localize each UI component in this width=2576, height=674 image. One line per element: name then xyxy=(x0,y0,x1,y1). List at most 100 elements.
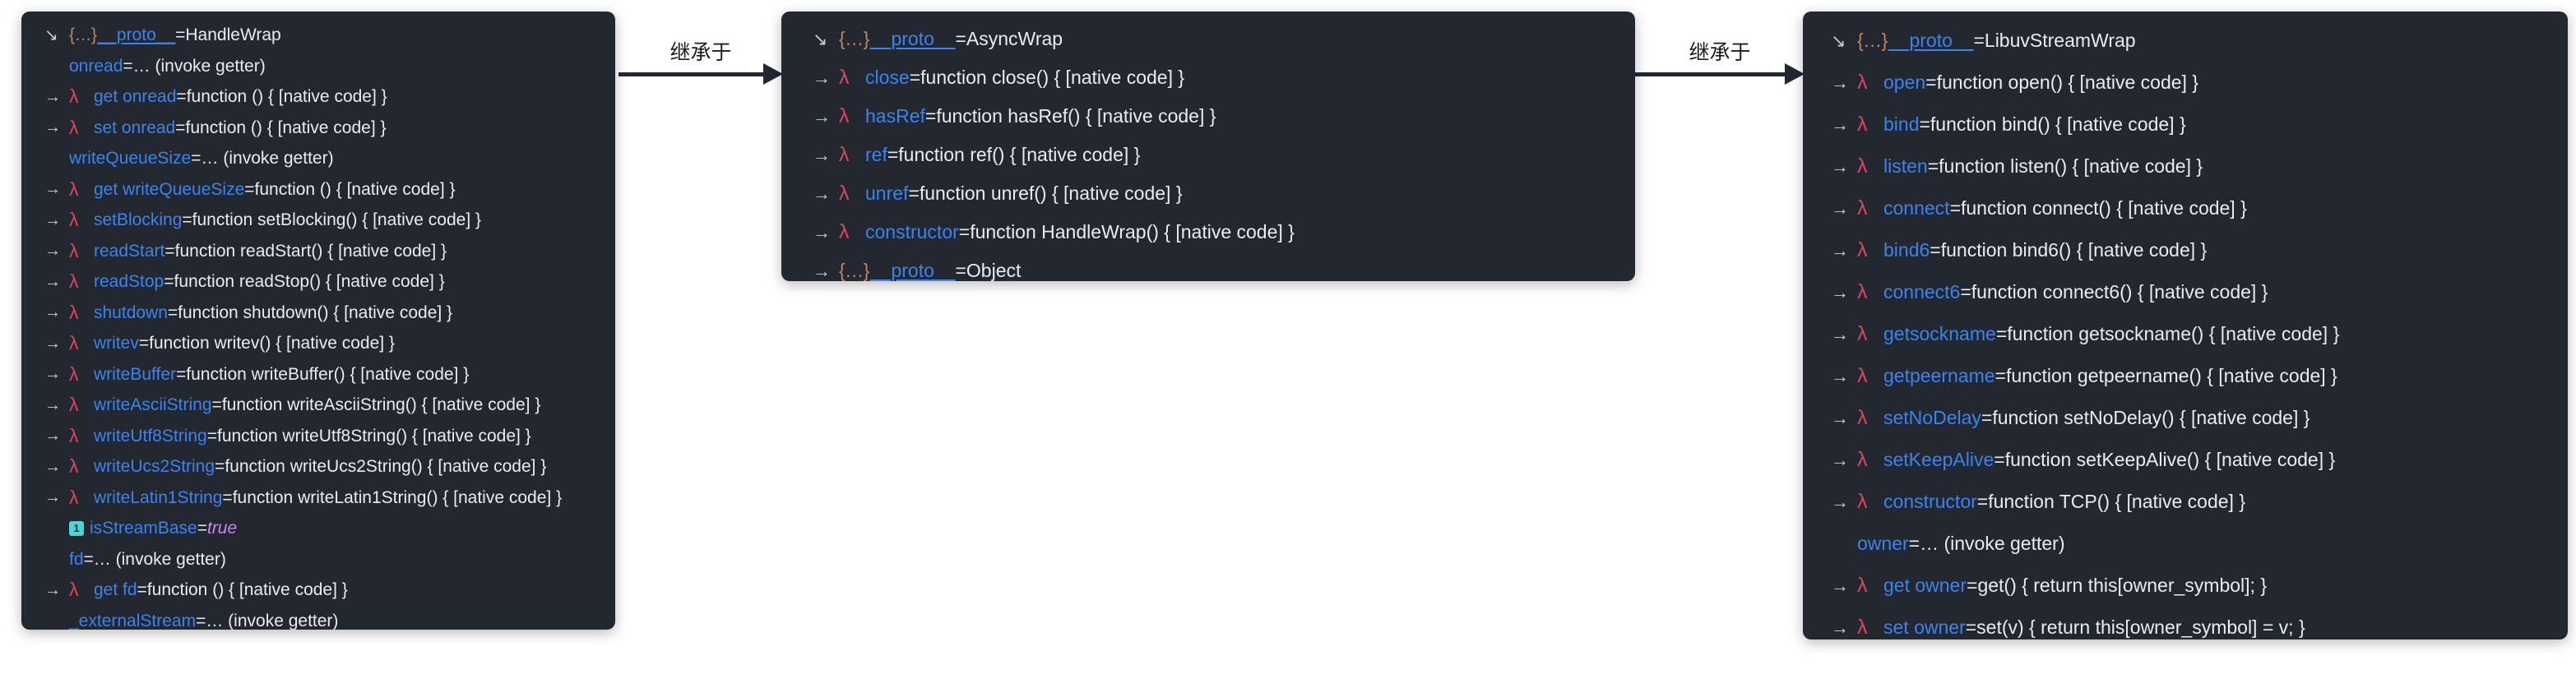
property-row[interactable]: → λ get owner = get() { return this[owner_… xyxy=(1803,565,2568,607)
property-row[interactable]: → λ set owner = set(v) { return this[owner… xyxy=(1803,607,2568,639)
property-key: writeAsciiString xyxy=(94,395,212,415)
expand-arrow-icon[interactable]: → xyxy=(1831,325,1857,344)
expand-arrow-icon[interactable]: → xyxy=(1831,241,1857,260)
property-row[interactable]: → λ writeLatin1String = function writeLati… xyxy=(21,482,615,514)
expand-arrow-icon[interactable]: → xyxy=(813,223,839,242)
property-row[interactable]: → λ set onread = function () { [native cod… xyxy=(21,113,615,144)
expand-arrow-icon[interactable]: → xyxy=(1831,199,1857,218)
property-row[interactable]: → λ get onread = function () { [native cod… xyxy=(21,81,615,113)
property-row[interactable]: → λ constructor = function HandleWrap() { … xyxy=(781,213,1635,252)
property-row[interactable]: → λ shutdown = function shutdown() { [nati… xyxy=(21,298,615,329)
property-row[interactable]: → λ connect = function connect() { [native… xyxy=(1803,187,2568,229)
property-row[interactable]: → λ hasRef = function hasRef() { [native c… xyxy=(781,97,1635,136)
expand-arrow-icon[interactable]: → xyxy=(1831,618,1857,637)
property-row[interactable]: fd = … (invoke getter) xyxy=(21,544,615,575)
expand-arrow-icon[interactable]: → xyxy=(44,119,69,136)
expand-arrow-icon[interactable]: → xyxy=(44,582,69,598)
property-row[interactable]: writeQueueSize = … (invoke getter) xyxy=(21,143,615,174)
expand-arrow-icon[interactable]: → xyxy=(44,459,69,475)
expand-arrow-icon[interactable]: → xyxy=(44,181,69,197)
expand-arrow-icon[interactable]: → xyxy=(44,212,69,229)
property-key: get writeQueueSize xyxy=(94,179,245,199)
inheritance-arrow-1-label: 继承于 xyxy=(669,40,732,64)
property-row[interactable]: → {…} __proto__ = Object xyxy=(781,252,1635,281)
property-value: function setBlocking() { [native code] } xyxy=(192,210,482,230)
expand-arrow-icon[interactable]: → xyxy=(1831,576,1857,595)
lambda-function-icon: λ xyxy=(1857,196,1868,219)
expand-arrow-icon[interactable]: → xyxy=(44,242,69,259)
expand-arrow-icon[interactable]: ↘ xyxy=(1831,31,1857,50)
expand-arrow-icon[interactable]: → xyxy=(44,427,69,444)
equals-sign: = xyxy=(137,580,147,600)
expand-arrow-icon[interactable]: → xyxy=(1831,450,1857,469)
expand-arrow-icon[interactable]: → xyxy=(44,366,69,382)
prototype-title-row[interactable]: ↘ {…} __proto__ = AsyncWrap xyxy=(781,20,1635,58)
property-row[interactable]: → λ unref = function unref() { [native cod… xyxy=(781,174,1635,213)
prototype-title-row[interactable]: ↘ {…} __proto__ = HandleWrap xyxy=(21,20,615,51)
expand-arrow-icon[interactable]: → xyxy=(1831,115,1857,134)
lambda-function-icon: λ xyxy=(1857,155,1868,178)
expand-arrow-icon[interactable]: → xyxy=(813,145,839,164)
property-row[interactable]: → λ connect6 = function connect6() { [nati… xyxy=(1803,271,2568,313)
object-braces-icon: {…} xyxy=(69,25,97,45)
property-row[interactable]: → λ open = function open() { [native code]… xyxy=(1803,62,2568,104)
property-row[interactable]: onread = … (invoke getter) xyxy=(21,51,615,82)
equals-sign: = xyxy=(167,302,178,322)
property-row[interactable]: → λ get writeQueueSize = function () { [na… xyxy=(21,174,615,205)
expand-arrow-icon[interactable]: → xyxy=(44,397,69,413)
property-row[interactable]: → λ readStop = function readStop() { [nati… xyxy=(21,266,615,298)
property-row[interactable]: owner = … (invoke getter) xyxy=(1803,523,2568,565)
expand-arrow-icon[interactable]: → xyxy=(44,274,69,290)
property-key: set onread xyxy=(94,118,176,137)
equals-sign: = xyxy=(1927,155,1939,177)
expand-arrow-icon[interactable]: → xyxy=(44,89,69,105)
property-row[interactable]: → λ setNoDelay = function setNoDelay() { [… xyxy=(1803,397,2568,439)
property-row[interactable]: → λ writeAsciiString = function writeAscii… xyxy=(21,390,615,421)
expand-arrow-icon[interactable]: ↘ xyxy=(813,30,839,48)
property-value: function () { [native code] } xyxy=(186,87,387,107)
property-row[interactable]: → λ setBlocking = function setBlocking() {… xyxy=(21,205,615,236)
property-value: function readStop() { [native code] } xyxy=(174,272,445,292)
expand-arrow-icon[interactable]: → xyxy=(1831,367,1857,385)
expand-arrow-icon[interactable]: → xyxy=(44,335,69,352)
lambda-function-icon: λ xyxy=(1857,280,1868,303)
expand-arrow-icon[interactable]: → xyxy=(813,184,839,203)
property-row[interactable]: → λ writeUtf8String = function writeUtf8St… xyxy=(21,421,615,452)
property-key: constructor xyxy=(1883,491,1977,512)
expand-arrow-icon[interactable]: → xyxy=(1831,409,1857,427)
property-row[interactable]: → λ bind = function bind() { [native code]… xyxy=(1803,104,2568,145)
property-key: setNoDelay xyxy=(1883,407,1981,428)
property-row[interactable]: → λ getpeername = function getpeername() {… xyxy=(1803,355,2568,397)
property-key: readStop xyxy=(94,272,164,292)
expand-arrow-icon[interactable]: → xyxy=(813,68,839,87)
expand-arrow-icon[interactable]: → xyxy=(813,107,839,126)
prototype-title-row[interactable]: ↘ {…} __proto__ = LibuvStreamWrap xyxy=(1803,20,2568,62)
property-row[interactable]: 1 isStreamBase = true xyxy=(21,513,615,544)
expand-arrow-icon[interactable]: → xyxy=(1831,73,1857,92)
expand-arrow-icon[interactable]: ↘ xyxy=(44,27,69,44)
property-row[interactable]: → λ writeBuffer = function writeBuffer() {… xyxy=(21,359,615,390)
expand-arrow-icon[interactable]: → xyxy=(1831,283,1857,302)
property-value: HandleWrap xyxy=(185,25,281,45)
equals-sign: = xyxy=(909,67,921,88)
property-row[interactable]: → λ bind6 = function bind6() { [native cod… xyxy=(1803,229,2568,271)
property-row[interactable]: → λ getsockname = function getsockname() {… xyxy=(1803,313,2568,355)
property-row[interactable]: → λ ref = function ref() { [native code] } xyxy=(781,136,1635,174)
property-row[interactable]: _externalStream = … (invoke getter) xyxy=(21,606,615,630)
property-row[interactable]: → λ listen = function listen() { [native c… xyxy=(1803,145,2568,187)
property-row[interactable]: → λ setKeepAlive = function setKeepAlive()… xyxy=(1803,439,2568,481)
property-row[interactable]: → λ get fd = function () { [native code] } xyxy=(21,575,615,606)
property-row[interactable]: → λ constructor = function TCP() { [native… xyxy=(1803,481,2568,523)
property-row[interactable]: → λ writev = function writev() { [native c… xyxy=(21,328,615,359)
equals-sign: = xyxy=(1949,197,1961,219)
expand-arrow-icon[interactable]: → xyxy=(1831,157,1857,176)
expand-arrow-icon[interactable]: → xyxy=(44,489,69,505)
property-row[interactable]: → λ writeUcs2String = function writeUcs2St… xyxy=(21,451,615,482)
property-row[interactable]: → λ readStart = function readStart() { [na… xyxy=(21,236,615,267)
arrow-head-icon xyxy=(1785,63,1805,85)
expand-arrow-icon[interactable]: → xyxy=(813,261,839,280)
expand-arrow-icon[interactable]: → xyxy=(44,304,69,321)
expand-arrow-icon[interactable]: → xyxy=(1831,492,1857,511)
lambda-function-icon: λ xyxy=(69,455,79,478)
property-row[interactable]: → λ close = function close() { [native cod… xyxy=(781,58,1635,97)
